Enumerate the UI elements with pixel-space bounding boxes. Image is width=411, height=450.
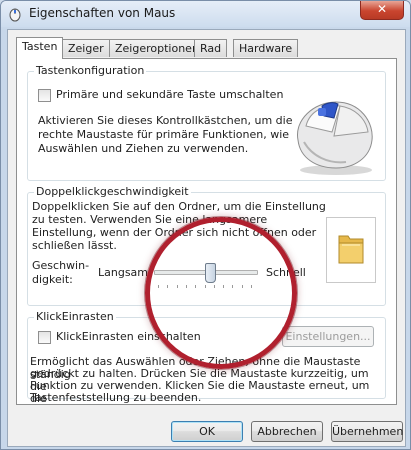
tab-rad[interactable]: Rad (194, 39, 228, 57)
apply-button[interactable]: Übernehmen (331, 421, 403, 442)
slow-label: Langsam (98, 266, 149, 279)
click-lock-settings-button[interactable]: Einstellungen... (282, 326, 374, 347)
click-lock-description-line: Tastenfeststellung zu beenden. (30, 391, 202, 404)
mouse-illustration (297, 101, 373, 175)
button-config-description-line: Auswählen und Ziehen zu verwenden. (38, 142, 249, 155)
button-config-description-line: rechte Maustaste für primäre Funktionen,… (38, 128, 290, 141)
tab-tasten[interactable]: Tasten (16, 37, 64, 59)
swap-buttons-label[interactable]: Primäre und sekundäre Taste umschalten (56, 88, 283, 101)
ok-button[interactable]: OK (171, 421, 243, 442)
speed-label: Geschwin- (32, 259, 90, 272)
folder-icon[interactable] (336, 232, 366, 266)
click-lock-checkbox[interactable] (38, 331, 51, 344)
cancel-button[interactable]: Abbrechen (251, 421, 323, 442)
double-click-description-line: schließen lässt. (32, 239, 117, 252)
double-click-legend: Doppelklickgeschwindigkeit (34, 185, 191, 198)
speed-label: digkeit: (32, 273, 73, 286)
tab-zeiger[interactable]: Zeiger (62, 39, 110, 57)
swap-buttons-checkbox[interactable] (38, 89, 51, 102)
mouse-app-icon (9, 8, 21, 22)
highlight-ring (145, 217, 297, 369)
tab-hardware[interactable]: Hardware (233, 39, 299, 57)
close-icon: ✕ (376, 2, 388, 16)
double-click-description-line: Doppelklicken Sie auf den Ordner, um die… (32, 200, 326, 213)
click-lock-legend: KlickEinrasten (34, 310, 116, 323)
test-folder-area[interactable] (326, 217, 376, 283)
title-bar[interactable]: Eigenschaften von Maus ✕ (1, 1, 410, 27)
button-config-legend: Tastenkonfiguration (34, 64, 147, 77)
tab-zeigeroptionen[interactable]: Zeigeroptionen (109, 39, 205, 57)
close-button[interactable]: ✕ (360, 1, 404, 20)
window-title: Eigenschaften von Maus (29, 6, 176, 20)
button-config-description-line: Aktivieren Sie dieses Kontrollkästchen, … (38, 114, 293, 127)
button-config-group: Tastenkonfiguration Primäre und sekundär… (27, 64, 386, 181)
